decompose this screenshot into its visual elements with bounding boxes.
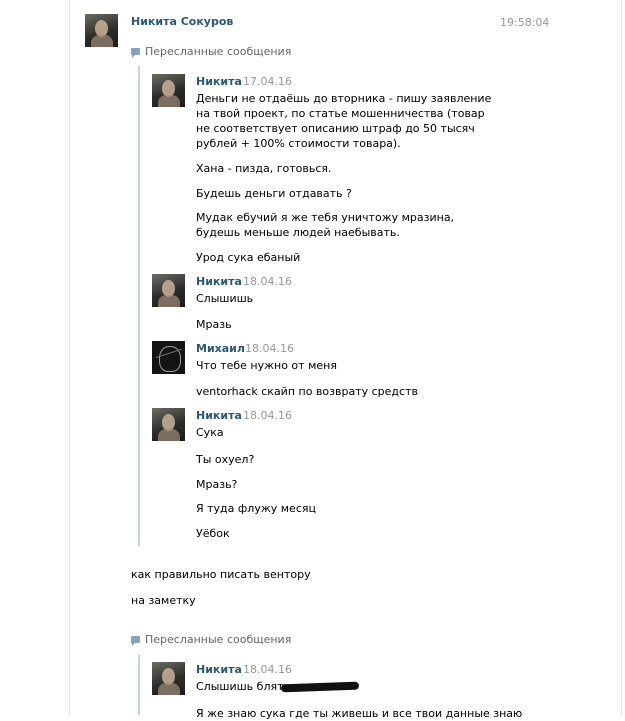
message-text: Хана - пизда, готовься. bbox=[196, 162, 332, 175]
fwd-date[interactable]: 18.04.16 bbox=[245, 342, 294, 355]
avatar-body bbox=[91, 35, 113, 47]
message-text: Что тебе нужно от меня bbox=[196, 359, 337, 372]
message-text: Мразь? bbox=[196, 478, 238, 491]
message-text: на заметку bbox=[131, 594, 196, 607]
forward-bar bbox=[138, 655, 140, 715]
fwd-author[interactable]: Михаил bbox=[196, 342, 245, 355]
fwd-author[interactable]: Никита bbox=[196, 409, 242, 422]
message-text: Ты охуел? bbox=[196, 453, 255, 466]
avatar-body bbox=[158, 429, 180, 441]
fwd-author[interactable]: Никита bbox=[196, 663, 242, 676]
fwd-date[interactable]: 18.04.16 bbox=[243, 275, 292, 288]
forwarded-label: Пересланные сообщения bbox=[145, 45, 292, 58]
message-text: Мудак ебучий я же тебя уничтожу мразина,… bbox=[196, 211, 455, 239]
fwd-date[interactable]: 17.04.16 bbox=[243, 75, 292, 88]
message-text: Сука bbox=[196, 426, 224, 439]
message-text: Урод сука ебаный bbox=[196, 251, 301, 264]
fwd-author[interactable]: Никита bbox=[196, 75, 242, 88]
forwarded-label: Пересланные сообщения bbox=[145, 633, 292, 646]
message-text: Мразь bbox=[196, 318, 232, 331]
avatar[interactable] bbox=[85, 14, 118, 47]
forward-icon bbox=[131, 636, 140, 646]
right-divider bbox=[621, 0, 622, 715]
sender-name[interactable]: Никита Сокуров bbox=[131, 15, 233, 28]
forward-icon bbox=[131, 48, 140, 58]
avatar[interactable] bbox=[152, 408, 185, 441]
message-text: Я туда флужу месяц bbox=[196, 502, 316, 515]
message-text: ventorhack скайп по возврату средств bbox=[196, 385, 418, 398]
message-text: как правильно писать вентору bbox=[131, 568, 311, 581]
message-time[interactable]: 19:58:04 bbox=[500, 16, 549, 29]
message-text: Слышишь блять bbox=[196, 680, 290, 693]
avatar[interactable] bbox=[152, 74, 185, 107]
fwd-date[interactable]: 18.04.16 bbox=[243, 409, 292, 422]
fwd-author[interactable]: Никита bbox=[196, 275, 242, 288]
avatar-body bbox=[158, 683, 180, 695]
avatar[interactable] bbox=[152, 274, 185, 307]
message-text: Деньги не отдаёшь до вторника - пишу зая… bbox=[196, 92, 492, 150]
message-text: Будешь деньги отдавать ? bbox=[196, 187, 352, 200]
avatar-body bbox=[158, 95, 180, 107]
left-divider bbox=[69, 0, 70, 715]
redaction-mark bbox=[280, 681, 360, 693]
avatar[interactable] bbox=[152, 341, 185, 374]
fwd-date[interactable]: 18.04.16 bbox=[243, 663, 292, 676]
message-text: Уёбок bbox=[196, 527, 230, 540]
forward-bar bbox=[138, 66, 140, 546]
avatar-body bbox=[158, 295, 180, 307]
avatar[interactable] bbox=[152, 662, 185, 695]
message-text: Я же знаю сука где ты живешь и все твои … bbox=[196, 707, 523, 720]
message-text: Слышишь bbox=[196, 292, 254, 305]
